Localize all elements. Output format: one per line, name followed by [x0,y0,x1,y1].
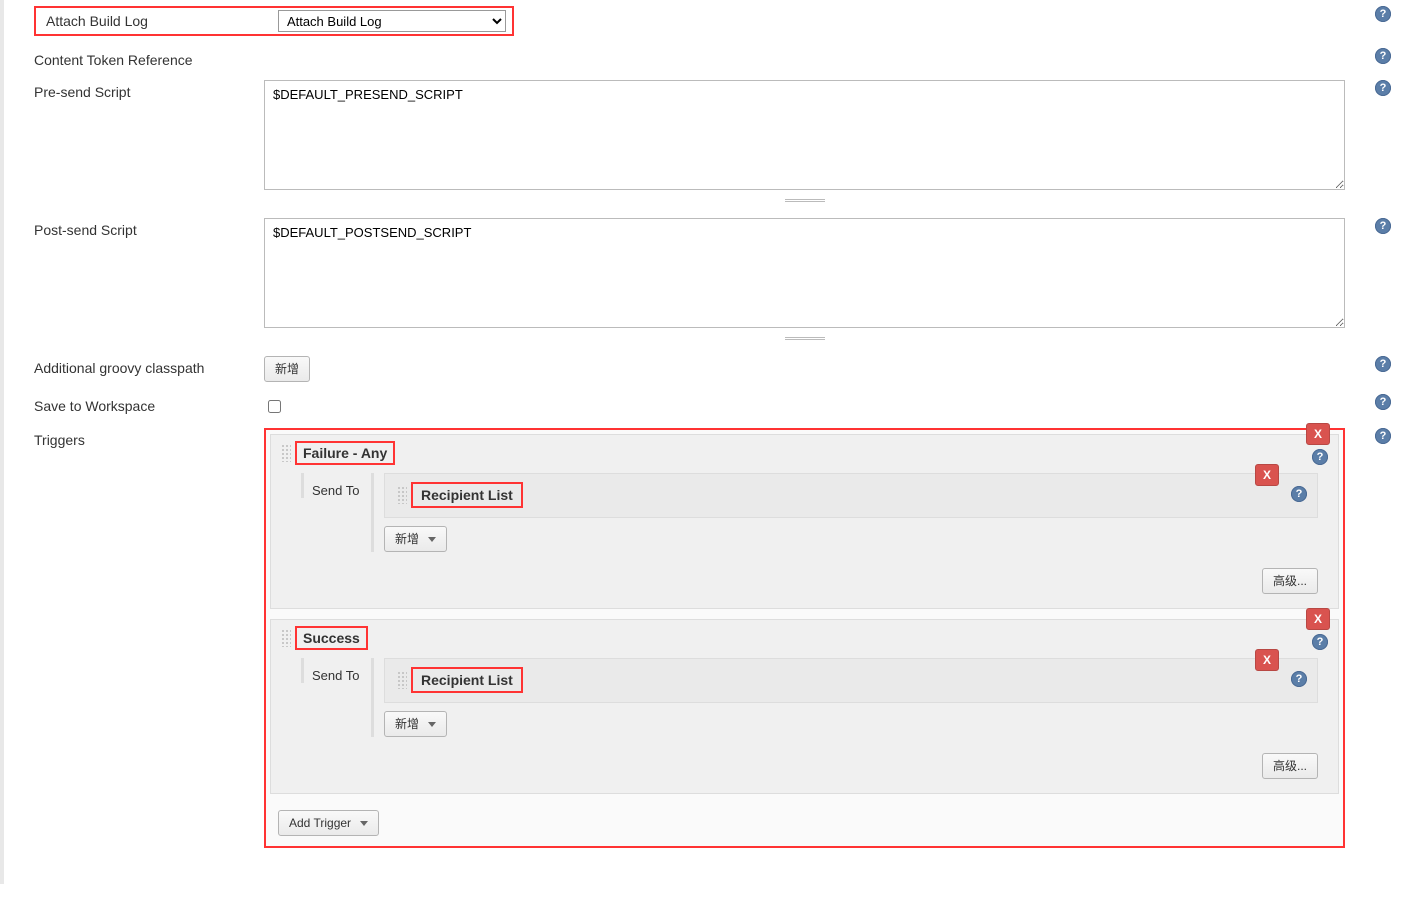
caret-down-icon [360,821,368,826]
help-icon[interactable]: ? [1375,80,1391,96]
triggers-label: Triggers [34,428,264,448]
drag-handle-icon[interactable] [397,486,407,504]
row-classpath: Additional groovy classpath 新增 ? [4,350,1405,388]
resize-handle-icon[interactable] [264,191,1345,206]
pre-send-script-input[interactable] [264,80,1345,190]
trigger-title: Success [297,628,366,648]
send-to-body: X ? Recipient List 新增 [371,473,1318,552]
drag-handle-icon[interactable] [397,671,407,689]
save-workspace-checkbox[interactable] [268,400,281,413]
trigger-header: Failure - Any [271,435,1338,469]
classpath-label: Additional groovy classpath [34,356,264,376]
add-button-label: 新增 [395,532,419,546]
sendto-add-button[interactable]: 新增 [384,526,447,552]
row-pre-send-script: Pre-send Script ? [4,74,1405,212]
recipient-list-title: Recipient List [413,484,521,506]
trigger-header: Success [271,620,1338,654]
help-icon[interactable]: ? [1291,486,1307,502]
config-form: Attach Build Log Attach Build Log ? Cont… [0,0,1405,884]
trigger-sendto-row: Send To X ? Recipient List [271,654,1338,747]
help-icon[interactable]: ? [1375,48,1391,64]
advanced-button[interactable]: 高级... [1262,753,1318,779]
add-trigger-label: Add Trigger [289,816,351,830]
caret-down-icon [428,537,436,542]
recipient-list-title: Recipient List [413,669,521,691]
attach-build-log-label: Attach Build Log [36,13,278,29]
trigger-block-failure-any: X ? Failure - Any Send To X ? [270,434,1339,609]
help-icon[interactable]: ? [1375,218,1391,234]
help-icon[interactable]: ? [1375,6,1391,22]
help-icon[interactable]: ? [1375,356,1391,372]
add-trigger-row: Add Trigger [270,804,1339,842]
send-to-label: Send To [301,473,371,498]
recipient-delete-button[interactable]: X [1255,649,1279,671]
save-workspace-label: Save to Workspace [34,394,264,414]
attach-build-log-select[interactable]: Attach Build Log [278,10,506,32]
drag-handle-icon[interactable] [281,629,291,647]
help-icon[interactable]: ? [1291,671,1307,687]
trigger-sendto-row: Send To X ? Recipient List [271,469,1338,562]
post-send-script-label: Post-send Script [34,218,264,238]
content-token-ref-label: Content Token Reference [34,48,264,68]
recipient-delete-button[interactable]: X [1255,464,1279,486]
row-triggers: Triggers X ? Failure - Any Send To [4,422,1405,854]
trigger-block-success: X ? Success Send To X ? [270,619,1339,794]
recipient-block: X ? Recipient List [384,473,1318,518]
help-icon[interactable]: ? [1375,394,1391,410]
pre-send-script-label: Pre-send Script [34,80,264,100]
triggers-container: X ? Failure - Any Send To X ? [264,428,1345,848]
add-button-label: 新增 [395,717,419,731]
help-icon[interactable]: ? [1375,428,1391,444]
trigger-footer: 高级... [271,747,1338,793]
caret-down-icon [428,722,436,727]
row-content-token-ref: Content Token Reference ? [4,42,1405,74]
classpath-add-button[interactable]: 新增 [264,356,310,382]
send-to-body: X ? Recipient List 新增 [371,658,1318,737]
advanced-button[interactable]: 高级... [1262,568,1318,594]
row-save-workspace: Save to Workspace ? [4,388,1405,422]
trigger-title: Failure - Any [297,443,393,463]
row-attach-build-log: Attach Build Log Attach Build Log ? [4,0,1405,42]
recipient-block: X ? Recipient List [384,658,1318,703]
resize-handle-icon[interactable] [264,329,1345,344]
row-post-send-script: Post-send Script ? [4,212,1405,350]
send-to-label: Send To [301,658,371,683]
attach-build-log-highlight: Attach Build Log Attach Build Log [34,6,514,36]
trigger-footer: 高级... [271,562,1338,608]
post-send-script-input[interactable] [264,218,1345,328]
sendto-add-button[interactable]: 新增 [384,711,447,737]
drag-handle-icon[interactable] [281,444,291,462]
add-trigger-button[interactable]: Add Trigger [278,810,379,836]
